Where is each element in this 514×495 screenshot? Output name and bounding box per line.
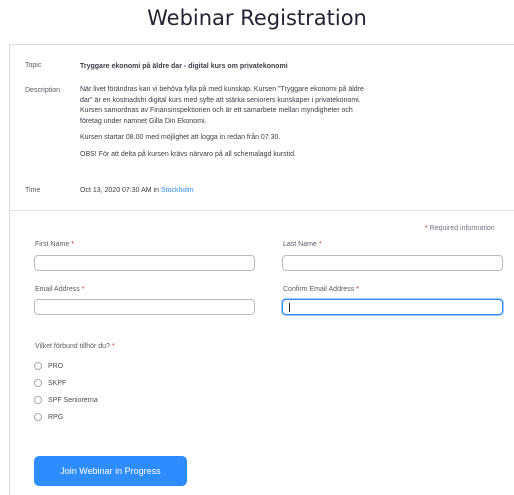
description-paragraph: När livet förändras kan vi behöva fylla … <box>80 86 364 125</box>
section-divider <box>9 210 514 211</box>
join-webinar-button[interactable]: Join Webinar in Progress <box>34 456 187 486</box>
topic-label: Topic <box>25 62 42 69</box>
description-label: Description <box>25 87 61 94</box>
page-title: Webinar Registration <box>147 6 367 30</box>
email-field[interactable] <box>34 299 255 315</box>
required-note: * Required information <box>425 225 495 232</box>
time-zone-link[interactable]: Stockholm <box>161 187 194 194</box>
time-label: Time <box>25 187 41 194</box>
description-paragraph: OBS! För att delta på kursen krävs närva… <box>80 150 296 158</box>
union-question-label: Vilket förbund tillhör du? * <box>35 343 115 350</box>
time-value: Oct 13, 2020 07:30 AM in Stockholm <box>80 186 194 197</box>
radio-button-icon[interactable] <box>34 362 42 370</box>
radio-option-spf-seniorerna[interactable]: SPF Seniorerna <box>34 395 98 405</box>
time-text: Oct 13, 2020 07:30 AM in <box>80 187 159 194</box>
radio-option-pro[interactable]: PRO <box>34 361 63 371</box>
topic-value: Tryggare ekonomi på äldre dar - digital … <box>80 63 288 70</box>
last-name-field[interactable] <box>282 255 503 271</box>
confirm-email-field[interactable] <box>282 299 503 315</box>
radio-button-icon[interactable] <box>34 379 42 387</box>
email-label: Email Address * <box>35 286 85 293</box>
radio-button-icon[interactable] <box>34 413 42 421</box>
radio-option-skpf[interactable]: SKPF <box>34 378 66 388</box>
radio-option-rpg[interactable]: RPG <box>34 412 63 422</box>
description-paragraph: Kursen startar 08.00 med möjlighet att l… <box>80 134 281 141</box>
confirm-email-label: Confirm Email Address * <box>283 286 359 293</box>
first-name-field[interactable] <box>34 255 255 271</box>
radio-button-icon[interactable] <box>34 396 42 404</box>
last-name-label: Last Name * <box>283 241 322 248</box>
description-value: När livet förändras kan vi behöva fylla … <box>80 85 372 166</box>
first-name-label: First Name * <box>35 241 74 248</box>
text-caret <box>289 303 290 312</box>
